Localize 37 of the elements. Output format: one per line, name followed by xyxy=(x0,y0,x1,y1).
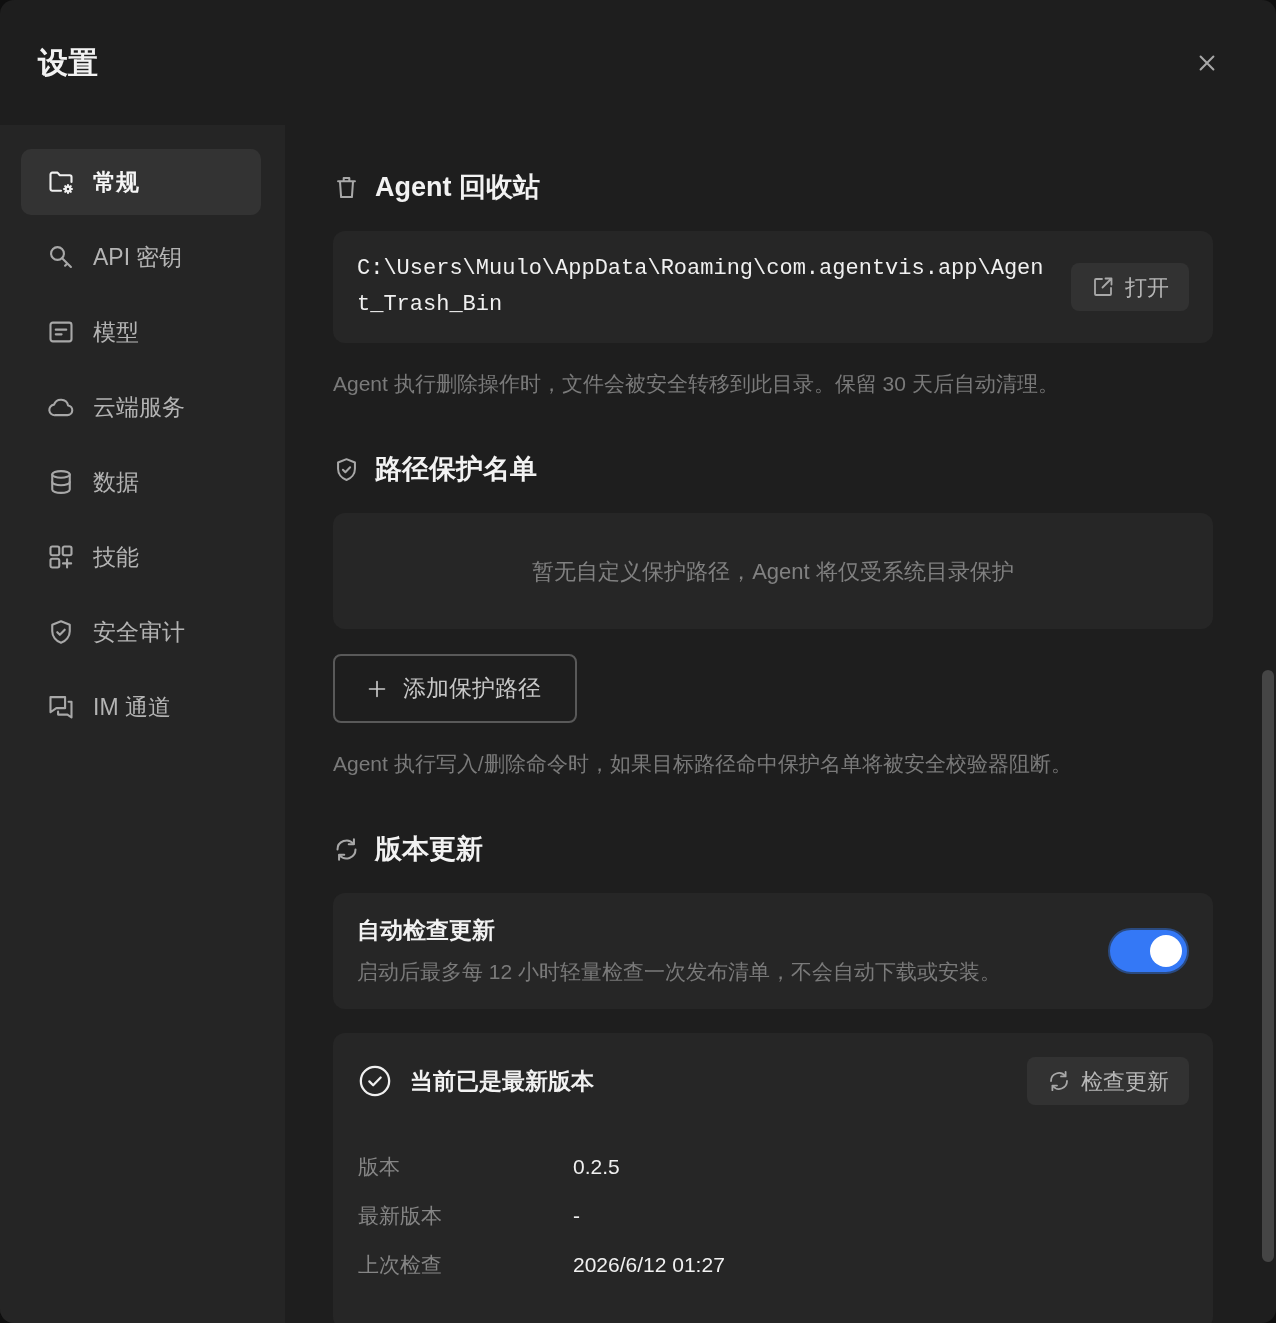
info-label: 上次检查 xyxy=(358,1251,443,1278)
setting-description: 启动后最多每 12 小时轻量检查一次发布清单，不会自动下载或安装。 xyxy=(357,959,1002,985)
chat-bubbles-icon xyxy=(47,693,75,721)
section-title: 版本更新 xyxy=(375,833,483,866)
info-label: 最新版本 xyxy=(358,1202,443,1229)
scrollbar-thumb[interactable] xyxy=(1262,670,1274,1262)
sidebar-item[interactable]: 技能 xyxy=(21,524,261,590)
info-label: 版本 xyxy=(358,1153,401,1180)
info-value: 0.2.5 xyxy=(573,1153,620,1180)
refresh-icon xyxy=(1047,1069,1071,1093)
empty-state-text: 暂无自定义保护路径，Agent 将仅受系统目录保护 xyxy=(532,557,1014,586)
info-value: 2026/6/12 01:27 xyxy=(573,1251,725,1278)
sidebar-item[interactable]: 安全审计 xyxy=(21,599,261,665)
check-circle-icon xyxy=(358,1064,392,1098)
info-value: - xyxy=(573,1202,580,1229)
sidebar-item[interactable]: IM 通道 xyxy=(21,674,261,740)
section-title: 路径保护名单 xyxy=(375,453,537,486)
section-note: Agent 执行写入/删除命令时，如果目标路径命中保护名单将被安全校验器阻断。 xyxy=(333,751,1073,777)
apps-grid-icon xyxy=(47,543,75,571)
sidebar-item[interactable]: 云端服务 xyxy=(21,374,261,440)
sidebar-item[interactable]: 数据 xyxy=(21,449,261,515)
setting-title: 自动检查更新 xyxy=(357,916,496,945)
status-title: 当前已是最新版本 xyxy=(410,1066,594,1096)
plus-icon xyxy=(367,678,387,699)
folder-path-text: C:\Users\Muulo\AppData\Roaming\com.agentvis.app\Agent_Trash_Bin xyxy=(357,255,1045,319)
add-path-button[interactable]: 添加保护路径 xyxy=(333,654,577,723)
section-note: Agent 执行删除操作时，文件会被安全转移到此目录。保留 30 天后自动清理。 xyxy=(333,371,1060,397)
section-title: Agent 回收站 xyxy=(375,171,540,204)
sidebar-item[interactable]: 常规 xyxy=(21,149,261,215)
toggle-switch[interactable] xyxy=(1108,928,1189,974)
dialog-title: 设置 xyxy=(38,44,98,81)
sidebar-item[interactable]: API 密钥 xyxy=(21,224,261,290)
check-update-button[interactable]: 检查更新 xyxy=(1027,1057,1189,1105)
key-icon xyxy=(47,243,75,271)
sidebar-item[interactable]: 模型 xyxy=(21,299,261,365)
external-link-icon xyxy=(1091,275,1115,299)
open-button[interactable]: 打开 xyxy=(1071,263,1189,311)
